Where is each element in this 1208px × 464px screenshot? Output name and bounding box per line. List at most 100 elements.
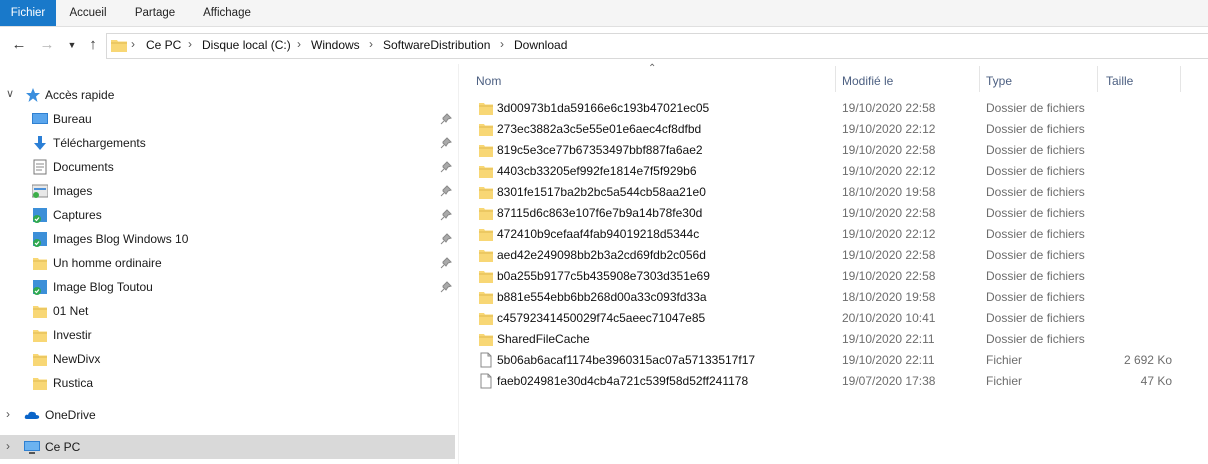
file-modified: 19/10/2020 22:12: [842, 164, 936, 178]
file-name: 87115d6c863e107f6e7b9a14b78fe30d: [497, 206, 703, 220]
file-row[interactable]: c45792341450029f74c5aeec71047e85 20/10/20…: [470, 308, 1182, 329]
folder-icon: [111, 40, 127, 52]
file-name: 8301fe1517ba2b2bc5a544cb58aa21e0: [497, 185, 706, 199]
document-icon: [33, 159, 47, 175]
breadcrumb-ce-pc[interactable]: Ce PC: [146, 38, 181, 52]
file-row[interactable]: b881e554ebb6bb268d00a33c093fd33a 18/10/20…: [470, 287, 1182, 308]
file-row[interactable]: 4403cb33205ef992fe1814e7f5f929b6 19/10/20…: [470, 161, 1182, 182]
up-arrow-icon[interactable]: ↑: [84, 36, 102, 54]
column-separator[interactable]: [1180, 66, 1181, 92]
file-row[interactable]: 8301fe1517ba2b2bc5a544cb58aa21e0 18/10/20…: [470, 182, 1182, 203]
nav-item-image-blog-toutou[interactable]: Image Blog Toutou: [0, 275, 455, 299]
file-type: Dossier de fichiers: [986, 122, 1085, 136]
file-modified: 19/10/2020 22:12: [842, 227, 936, 241]
pin-icon[interactable]: [440, 185, 452, 197]
address-bar-row: ← → ▼ ↑ › Ce PC › Disque local (C:) › Wi…: [0, 27, 1208, 63]
nav-item-newdivx[interactable]: NewDivx: [0, 347, 455, 371]
file-modified: 19/10/2020 22:58: [842, 248, 936, 262]
chevron-down-icon[interactable]: ∨: [6, 87, 14, 100]
file-size: 47 Ko: [1140, 374, 1172, 388]
pin-icon[interactable]: [440, 137, 452, 149]
back-arrow-icon[interactable]: ←: [10, 36, 28, 54]
nav-item-un-homme-ordinaire[interactable]: Un homme ordinaire: [0, 251, 455, 275]
cloud-icon: [24, 411, 40, 419]
chevron-right-icon: ›: [297, 37, 301, 51]
nav-item-images[interactable]: Images: [0, 179, 455, 203]
breadcrumb-softwaredistribution[interactable]: SoftwareDistribution: [383, 38, 490, 52]
nav-label: OneDrive: [45, 408, 96, 422]
file-modified: 18/10/2020 19:58: [842, 185, 936, 199]
file-row[interactable]: 472410b9cefaaf4fab94019218d5344c 19/10/20…: [470, 224, 1182, 245]
nav-item-rustica[interactable]: Rustica: [0, 371, 455, 395]
nav-label: Documents: [53, 160, 114, 174]
address-box[interactable]: › Ce PC › Disque local (C:) › Windows › …: [106, 33, 1208, 59]
file-type: Dossier de fichiers: [986, 227, 1085, 241]
file-row[interactable]: SharedFileCache 19/10/2020 22:11 Dossier d…: [470, 329, 1182, 350]
file-type: Dossier de fichiers: [986, 311, 1085, 325]
nav-item-investir[interactable]: Investir: [0, 323, 455, 347]
pin-icon[interactable]: [440, 233, 452, 245]
file-row[interactable]: 819c5e3ce77b67353497bbf887fa6ae2 19/10/20…: [470, 140, 1182, 161]
tab-accueil[interactable]: Accueil: [58, 0, 118, 26]
tab-affichage[interactable]: Affichage: [192, 0, 262, 26]
file-row[interactable]: 273ec3882a3c5e55e01e6aec4cf8dfbd 19/10/20…: [470, 119, 1182, 140]
file-type: Dossier de fichiers: [986, 248, 1085, 262]
column-header-name[interactable]: Nom: [470, 66, 834, 94]
folder-icon: [479, 271, 493, 283]
chevron-right-icon[interactable]: ›: [6, 407, 10, 421]
file-row[interactable]: faeb024981e30d4cb4a721c539f58d52ff241178…: [470, 371, 1182, 392]
synced-folder-icon: [33, 232, 47, 247]
file-row[interactable]: b0a255b9177c5b435908e7303d351e69 19/10/20…: [470, 266, 1182, 287]
folder-icon: [479, 124, 493, 136]
file-name: faeb024981e30d4cb4a721c539f58d52ff241178: [497, 374, 749, 388]
file-row[interactable]: 5b06ab6acaf1174be3960315ac07a57133517f17…: [470, 350, 1182, 371]
nav-item-01-net[interactable]: 01 Net: [0, 299, 455, 323]
breadcrumb-download[interactable]: Download: [514, 38, 567, 52]
pin-icon[interactable]: [440, 113, 452, 125]
folder-icon: [479, 187, 493, 199]
column-header-label: Nom: [476, 74, 502, 88]
nav-item-telechargements[interactable]: Téléchargements: [0, 131, 455, 155]
pane-divider[interactable]: [458, 64, 459, 464]
file-row[interactable]: 87115d6c863e107f6e7b9a14b78fe30d 19/10/20…: [470, 203, 1182, 224]
nav-item-bureau[interactable]: Bureau: [0, 107, 455, 131]
column-header-size[interactable]: Taille: [1098, 66, 1180, 94]
nav-quick-access[interactable]: ∨ Accès rapide: [0, 83, 455, 107]
file-name: 3d00973b1da59166e6c193b47021ec05: [497, 101, 710, 115]
pin-icon[interactable]: [440, 281, 452, 293]
nav-this-pc[interactable]: › Ce PC: [0, 435, 455, 459]
pin-icon[interactable]: [440, 209, 452, 221]
ribbon: Fichier Accueil Partage Affichage: [0, 0, 1208, 27]
column-header-type[interactable]: Type: [980, 66, 1096, 94]
nav-label: Captures: [53, 208, 102, 222]
file-type: Dossier de fichiers: [986, 101, 1085, 115]
nav-onedrive[interactable]: › OneDrive: [0, 403, 455, 427]
tab-fichier[interactable]: Fichier: [0, 0, 56, 26]
file-modified: 19/10/2020 22:58: [842, 269, 936, 283]
file-row[interactable]: 3d00973b1da59166e6c193b47021ec05 19/10/20…: [470, 98, 1182, 119]
pin-icon[interactable]: [440, 257, 452, 269]
folder-icon: [479, 208, 493, 220]
chevron-right-icon: ›: [188, 37, 192, 51]
breadcrumb-disque-local[interactable]: Disque local (C:): [202, 38, 291, 52]
nav-item-documents[interactable]: Documents: [0, 155, 455, 179]
pin-icon[interactable]: [440, 161, 452, 173]
file-name: 4403cb33205ef992fe1814e7f5f929b6: [497, 164, 697, 178]
chevron-right-icon[interactable]: ›: [6, 439, 10, 453]
forward-arrow-icon[interactable]: →: [38, 36, 56, 54]
file-type: Dossier de fichiers: [986, 332, 1085, 346]
synced-folder-icon: [33, 280, 47, 295]
column-header-modified[interactable]: Modifié le: [836, 66, 978, 94]
file-modified: 19/10/2020 22:11: [842, 353, 935, 367]
nav-item-captures[interactable]: Captures: [0, 203, 455, 227]
tab-partage[interactable]: Partage: [124, 0, 186, 26]
breadcrumb-windows[interactable]: Windows: [311, 38, 360, 52]
column-header-label: Taille: [1106, 74, 1134, 88]
recent-dropdown-icon[interactable]: ▼: [63, 36, 81, 54]
file-type: Dossier de fichiers: [986, 290, 1085, 304]
file-type: Fichier: [986, 353, 1023, 367]
file-modified: 19/10/2020 22:12: [842, 122, 936, 136]
file-type: Dossier de fichiers: [986, 164, 1085, 178]
file-row[interactable]: aed42e249098bb2b3a2cd69fdb2c056d 19/10/20…: [470, 245, 1182, 266]
nav-item-images-blog-windows-10[interactable]: Images Blog Windows 10: [0, 227, 455, 251]
